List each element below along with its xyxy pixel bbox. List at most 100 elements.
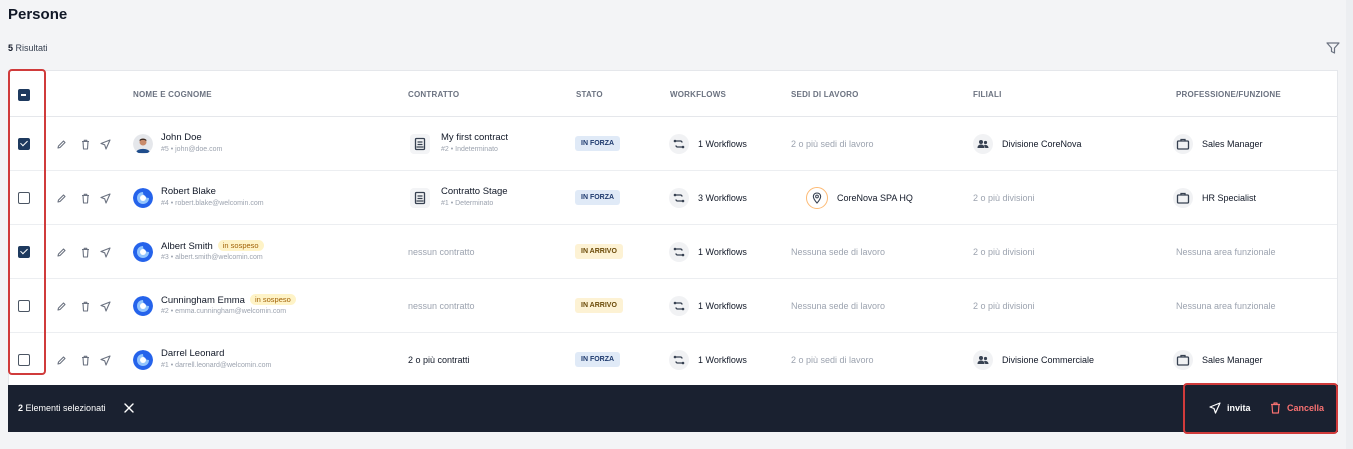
send-icon[interactable] [100, 247, 111, 258]
workflows-count[interactable]: 1 Workflows [698, 247, 747, 257]
select-all-checkbox[interactable] [18, 89, 30, 101]
person-name[interactable]: Darrel Leonard [161, 348, 224, 359]
column-header-profession[interactable]: PROFESSIONE/FUNZIONE [1176, 90, 1281, 99]
workflow-icon [669, 350, 689, 370]
table-row: John Doe #5 • john@doe.com My first contra… [9, 117, 1337, 171]
send-icon[interactable] [100, 193, 111, 204]
profession[interactable]: Sales Manager [1202, 355, 1263, 365]
workflows-count[interactable]: 1 Workflows [698, 355, 747, 365]
pencil-icon[interactable] [56, 139, 67, 150]
filter-icon[interactable] [1326, 42, 1340, 54]
row-checkbox[interactable] [18, 192, 30, 204]
table-row: Darrel Leonard #1 • darrell.leonard@welco… [9, 333, 1337, 387]
close-icon[interactable] [123, 402, 135, 414]
workflow-icon [669, 134, 689, 154]
avatar [133, 296, 153, 316]
work-site: Nessuna sede di lavoro [791, 247, 886, 257]
column-header-sites[interactable]: SEDI DI LAVORO [791, 90, 859, 99]
row-checkbox[interactable] [18, 300, 30, 312]
briefcase-icon [1173, 134, 1193, 154]
row-checkbox[interactable] [18, 246, 30, 258]
trash-icon [1271, 402, 1280, 414]
work-site: 2 o più sedi di lavoro [791, 139, 874, 149]
status-badge: IN FORZA [575, 136, 621, 151]
profession[interactable]: Sales Manager [1202, 139, 1263, 149]
person-name[interactable]: John Doe [161, 132, 202, 143]
pencil-icon[interactable] [56, 355, 67, 366]
send-icon[interactable] [100, 355, 111, 366]
pending-badge: in sospeso [217, 240, 264, 251]
send-icon[interactable] [100, 301, 111, 312]
results-count: 5 Risultati [8, 43, 48, 53]
person-name[interactable]: Cunningham Emma in sospeso [161, 294, 296, 306]
vertical-scrollbar[interactable] [1346, 0, 1353, 449]
contract-text: nessun contratto [408, 247, 475, 257]
person-name[interactable]: Albert Smith in sospeso [161, 240, 264, 252]
person-name-text: Cunningham Emma [161, 295, 245, 306]
contract-text: nessun contratto [408, 301, 475, 311]
send-icon [1209, 402, 1221, 414]
trash-icon[interactable] [80, 193, 91, 204]
page-title: Persone [8, 6, 68, 23]
table-header: NOME E COGNOME CONTRATTO STATO WORKFLOWS… [9, 71, 1337, 117]
selection-count: 2 Elementi selezionati [18, 403, 106, 413]
person-name-text: Albert Smith [161, 241, 213, 252]
group-icon [973, 350, 993, 370]
document-icon [410, 188, 430, 208]
status-badge: IN FORZA [575, 352, 621, 367]
delete-button[interactable]: Cancella [1270, 399, 1324, 417]
workflows-count[interactable]: 1 Workflows [698, 301, 747, 311]
pencil-icon[interactable] [56, 247, 67, 258]
pending-badge: in sospeso [249, 294, 296, 305]
briefcase-icon [1173, 188, 1193, 208]
column-header-workflows[interactable]: WORKFLOWS [670, 90, 726, 99]
column-header-contract[interactable]: CONTRATTO [408, 90, 459, 99]
status-badge: IN ARRIVO [575, 244, 623, 259]
table-row: Albert Smith in sospeso #3 • albert.smith@… [9, 225, 1337, 279]
briefcase-icon [1173, 350, 1193, 370]
workflow-icon [669, 242, 689, 262]
profession: Nessuna area funzionale [1176, 301, 1276, 311]
trash-icon[interactable] [80, 301, 91, 312]
profession[interactable]: HR Specialist [1202, 193, 1256, 203]
avatar [133, 242, 153, 262]
trash-icon[interactable] [80, 247, 91, 258]
branch[interactable]: Divisione CoreNova [1002, 139, 1082, 149]
contract-title[interactable]: Contratto Stage [441, 186, 508, 197]
invite-button[interactable]: invita [1209, 399, 1251, 417]
branch: 2 o più divisioni [973, 193, 1035, 203]
pencil-icon[interactable] [56, 193, 67, 204]
person-subtitle: #2 • emma.cunningham@welcomin.com [161, 308, 287, 315]
person-subtitle: #5 • john@doe.com [161, 146, 223, 153]
work-site: 2 o più sedi di lavoro [791, 355, 874, 365]
trash-icon[interactable] [80, 355, 91, 366]
avatar [133, 188, 153, 208]
branch[interactable]: Divisione Commerciale [1002, 355, 1094, 365]
person-name[interactable]: Robert Blake [161, 186, 216, 197]
status-badge: IN ARRIVO [575, 298, 623, 313]
workflow-icon [669, 188, 689, 208]
work-site: Nessuna sede di lavoro [791, 301, 886, 311]
person-name-text: John Doe [161, 132, 202, 143]
row-checkbox[interactable] [18, 138, 30, 150]
profession: Nessuna area funzionale [1176, 247, 1276, 257]
work-site[interactable]: CoreNova SPA HQ [837, 193, 913, 203]
send-icon[interactable] [100, 139, 111, 150]
row-checkbox[interactable] [18, 354, 30, 366]
table-row: Robert Blake #4 • robert.blake@welcomin.c… [9, 171, 1337, 225]
contract-title[interactable]: My first contract [441, 132, 508, 143]
contract-subtitle: #2 • Indeterminato [441, 146, 498, 153]
pencil-icon[interactable] [56, 301, 67, 312]
person-subtitle: #4 • robert.blake@welcomin.com [161, 200, 264, 207]
trash-icon[interactable] [80, 139, 91, 150]
workflows-count[interactable]: 3 Workflows [698, 193, 747, 203]
avatar [133, 350, 153, 370]
workflows-count[interactable]: 1 Workflows [698, 139, 747, 149]
table-row: Cunningham Emma in sospeso #2 • emma.cunni… [9, 279, 1337, 333]
workflow-icon [669, 296, 689, 316]
document-icon [410, 134, 430, 154]
column-header-name[interactable]: NOME E COGNOME [133, 90, 212, 99]
contract-subtitle: #1 • Determinato [441, 200, 494, 207]
column-header-branches[interactable]: FILIALI [973, 90, 1002, 99]
column-header-status[interactable]: STATO [576, 90, 603, 99]
